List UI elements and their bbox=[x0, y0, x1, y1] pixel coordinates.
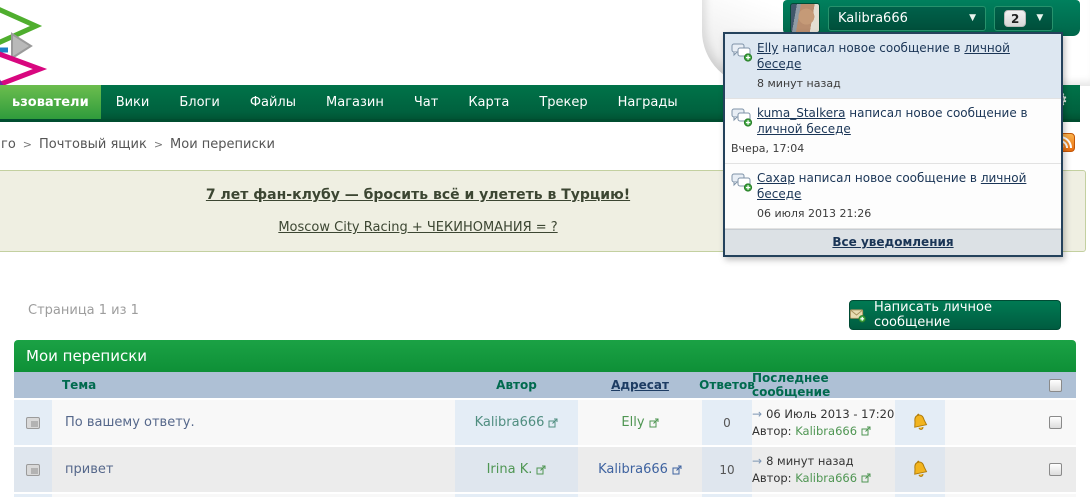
breadcrumb-link[interactable]: го bbox=[1, 137, 16, 152]
header-last-message: Последнее сообщение bbox=[752, 371, 831, 399]
nav-item-users[interactable]: ьзователи bbox=[0, 85, 101, 119]
author-link[interactable]: Irina K. bbox=[487, 462, 547, 477]
message-status-icon bbox=[26, 463, 40, 476]
notifications-footer: Все уведомления bbox=[725, 229, 1061, 255]
table-row: привет Irina K. Kalibra666 10 → 8 минут н… bbox=[14, 447, 1076, 494]
table-row-partial bbox=[14, 494, 1076, 497]
compose-button-label: Написать личное сообщение bbox=[873, 300, 992, 330]
mail-plus-icon bbox=[850, 308, 866, 322]
row-select-checkbox[interactable] bbox=[1049, 463, 1062, 476]
nav-item-blogs[interactable]: Блоги bbox=[164, 85, 234, 119]
header-replies: Ответов bbox=[699, 378, 755, 392]
notification-item[interactable]: Elly написал новое сообщение в личной бе… bbox=[725, 34, 1061, 99]
replies-count: 0 bbox=[723, 415, 731, 430]
table-row: По вашему ответу. Kalibra666 Elly 0 → 06 … bbox=[14, 400, 1076, 447]
chat-bubbles-icon bbox=[731, 170, 757, 222]
nav-item-chat[interactable]: Чат bbox=[399, 85, 453, 119]
notification-user-link[interactable]: Elly bbox=[757, 41, 778, 55]
header-recipient-sort-link[interactable]: Адресат bbox=[611, 378, 669, 392]
breadcrumb-separator: > bbox=[22, 138, 33, 151]
notification-time: 06 июля 2013 21:26 bbox=[757, 207, 872, 220]
nav-item-wiki[interactable]: Вики bbox=[101, 85, 165, 119]
row-select-checkbox[interactable] bbox=[1049, 416, 1062, 429]
header-author: Автор bbox=[496, 378, 537, 392]
notifications-menu-button[interactable]: 2 ▼ bbox=[994, 5, 1054, 31]
external-link-icon bbox=[536, 465, 546, 474]
nav-item-map[interactable]: Карта bbox=[453, 85, 524, 119]
chevron-down-icon: ▼ bbox=[969, 13, 976, 23]
notification-action: написал новое сообщение в bbox=[782, 41, 961, 55]
notification-action: написал новое сообщение в bbox=[849, 106, 1028, 120]
bell-icon[interactable] bbox=[908, 458, 932, 482]
user-avatar[interactable] bbox=[790, 3, 820, 33]
breadcrumb-current: Мои переписки bbox=[170, 137, 275, 152]
user-bar: Kalibra666 ▼ 2 ▼ bbox=[783, 0, 1080, 36]
notification-item[interactable]: kuma_Stalkera написал новое сообщение в … bbox=[725, 99, 1061, 164]
page: Kalibra666 ▼ 2 ▼ ьзователи Вики Блоги Фа… bbox=[0, 0, 1090, 502]
external-link-icon bbox=[861, 473, 871, 483]
nav-item-tracker[interactable]: Трекер bbox=[524, 85, 602, 119]
last-author-link[interactable]: Kalibra666 bbox=[795, 424, 871, 438]
last-post-date: 06 Июль 2013 - 17:20 bbox=[766, 407, 895, 421]
username-menu-button[interactable]: Kalibra666 ▼ bbox=[828, 5, 986, 31]
all-notifications-link[interactable]: Все уведомления bbox=[832, 235, 953, 249]
recipient-link[interactable]: Kalibra666 bbox=[598, 462, 682, 477]
goto-last-post-icon[interactable]: → bbox=[752, 407, 762, 421]
last-post-date: 8 минут назад bbox=[766, 454, 854, 468]
breadcrumb: го > Почтовый ящик > Мои переписки bbox=[1, 137, 275, 152]
breadcrumb-separator: > bbox=[153, 138, 164, 151]
nav-item-files[interactable]: Файлы bbox=[235, 85, 311, 119]
notification-time: Вчера, 17:04 bbox=[731, 142, 805, 155]
select-all-checkbox[interactable] bbox=[1049, 378, 1062, 392]
notification-time: 8 минут назад bbox=[757, 77, 841, 90]
username-label: Kalibra666 bbox=[838, 10, 908, 26]
panel-title: Мои переписки bbox=[14, 340, 1076, 372]
notification-user-link[interactable]: Сахар bbox=[757, 171, 795, 185]
notification-action: написал новое сообщение в bbox=[798, 171, 977, 185]
compose-message-button[interactable]: Написать личное сообщение bbox=[849, 300, 1061, 330]
notification-count-badge: 2 bbox=[1004, 9, 1027, 27]
external-link-icon bbox=[649, 418, 659, 427]
breadcrumb-link-mailbox[interactable]: Почтовый ящик bbox=[39, 137, 147, 152]
table-header-row: Тема Автор Адресат Ответов Последнее соо… bbox=[14, 371, 1076, 400]
notification-user-link[interactable]: kuma_Stalkera bbox=[757, 106, 845, 120]
recipient-link[interactable]: Elly bbox=[621, 415, 659, 430]
replies-count: 10 bbox=[719, 462, 735, 477]
notification-target-link[interactable]: личной беседе bbox=[757, 122, 851, 136]
goto-last-post-icon[interactable]: → bbox=[752, 454, 762, 468]
author-link[interactable]: Kalibra666 bbox=[475, 415, 559, 430]
external-link-icon bbox=[548, 418, 558, 427]
last-author-link[interactable]: Kalibra666 bbox=[795, 471, 871, 485]
pagination-label: Страница 1 из 1 bbox=[28, 303, 139, 318]
topic-link[interactable]: привет bbox=[65, 462, 113, 477]
notifications-dropdown: Elly написал новое сообщение в личной бе… bbox=[723, 32, 1063, 257]
chat-bubbles-icon bbox=[731, 40, 757, 92]
topic-link[interactable]: По вашему ответу. bbox=[65, 415, 195, 430]
external-link-icon bbox=[672, 465, 682, 474]
bell-icon[interactable] bbox=[908, 411, 932, 435]
chevron-down-icon: ▼ bbox=[1036, 13, 1044, 23]
site-logo bbox=[0, 7, 48, 88]
notification-item[interactable]: Сахар написал новое сообщение в личной б… bbox=[725, 164, 1061, 229]
conversations-panel: Мои переписки Тема Автор Адресат Ответов… bbox=[14, 340, 1076, 497]
external-link-icon bbox=[861, 426, 871, 436]
header-topic: Тема bbox=[62, 378, 97, 392]
nav-item-shop[interactable]: Магазин bbox=[311, 85, 399, 119]
message-status-icon bbox=[26, 416, 40, 429]
nav-item-awards[interactable]: Награды bbox=[603, 85, 693, 119]
